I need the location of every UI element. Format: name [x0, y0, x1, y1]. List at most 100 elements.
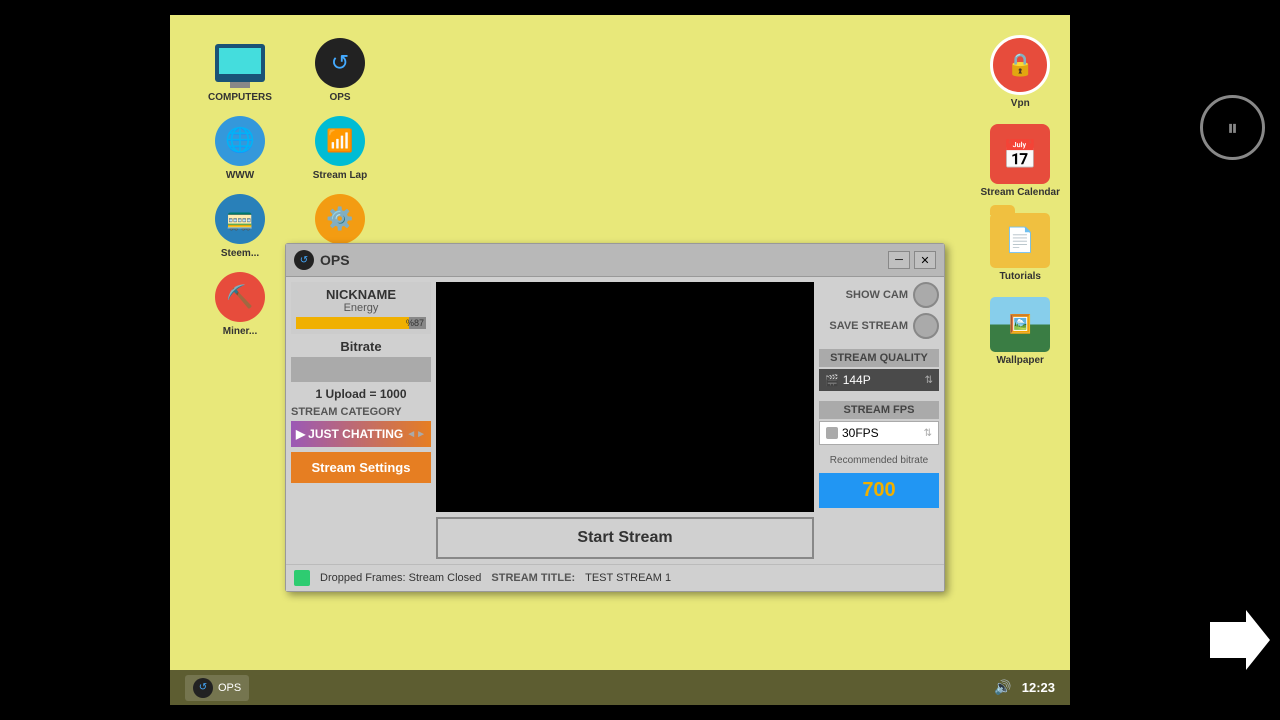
quality-select[interactable]: 🎬 144P ⇅ [819, 369, 939, 391]
stream-title-label: STREAM TITLE: [491, 572, 575, 584]
taskbar-ops-icon: ↺ [193, 678, 213, 698]
dropped-frames-text: Dropped Frames: Stream Closed [320, 572, 481, 584]
bitrate-value-display: 700 [819, 473, 939, 508]
window-body: NICKNAME Energy %87 Bitrate 1 Upload = 1… [286, 277, 944, 564]
www-label: WWW [226, 170, 254, 181]
tutorials-item[interactable]: 📄 Tutorials [990, 213, 1050, 282]
taskbar-ops-item[interactable]: ↺ OPS [185, 675, 249, 701]
bitrate-bar [291, 357, 431, 382]
energy-label: Energy [296, 302, 426, 314]
save-stream-label: SAVE STREAM [829, 320, 908, 332]
fps-checkbox [826, 427, 838, 439]
desktop-icon-stream-lap[interactable]: 📶 Stream Lap [300, 113, 380, 181]
minimize-button[interactable]: ─ [888, 251, 910, 269]
icon-row-2: 🌐 WWW 📶 Stream Lap [200, 113, 380, 181]
stream-fps-label: STREAM FPS [819, 401, 939, 419]
energy-fill [296, 317, 409, 329]
desktop-screen: ❤️ COMPUTERS ↺ OPS [170, 15, 1070, 705]
ops-window: ↺ OPS ─ ✕ NICKNAME Energy %87 [285, 243, 945, 592]
stream-category-label: STREAM CATEGORY [291, 406, 431, 418]
stream-settings-button[interactable]: Stream Settings [291, 452, 431, 483]
fps-select[interactable]: 30FPS ⇅ [819, 421, 939, 445]
stream-lap-label: Stream Lap [313, 170, 367, 181]
stream-quality-label: STREAM QUALITY [819, 349, 939, 367]
wallpaper-item[interactable]: 🖼️ Wallpaper [990, 297, 1050, 366]
recommended-label: Recommended bitrate [819, 455, 939, 466]
desktop-icon-steem[interactable]: 🚃 Steem... [200, 191, 280, 259]
taskbar-time: 12:23 [1022, 680, 1055, 695]
stream-lap-icon: 📶 [313, 113, 368, 168]
fps-value: 30FPS [842, 426, 879, 440]
taskbar-right: 🔊 12:23 [994, 679, 1055, 696]
close-button[interactable]: ✕ [914, 251, 936, 269]
volume-icon[interactable]: 🔊 [994, 679, 1011, 696]
upload-text: 1 Upload = 1000 [291, 387, 431, 401]
computers-label: COMPUTERS [208, 92, 272, 103]
fps-chevron: ⇅ [924, 428, 932, 439]
desktop-icon-ops[interactable]: ↺ OPS [300, 35, 380, 103]
category-button[interactable]: ▶ JUST CHATTING ◄► [291, 421, 431, 447]
taskbar-ops-label: OPS [218, 682, 241, 694]
taskbar-left: ↺ OPS [185, 675, 249, 701]
wallpaper-label: Wallpaper [997, 355, 1044, 366]
film-icon: 🎬 [825, 374, 839, 387]
bitrate-label: Bitrate [291, 339, 431, 354]
tutorials-icon: 📄 [990, 213, 1050, 268]
steem-label: Steem... [221, 248, 259, 259]
category-value: JUST CHATTING [308, 427, 403, 441]
stream-calendar-label: Stream Calendar [981, 187, 1060, 198]
window-title-text: OPS [320, 252, 350, 268]
window-titlebar: ↺ OPS ─ ✕ [286, 244, 944, 277]
miner-icon: ⛏️ [213, 269, 268, 324]
save-stream-row: SAVE STREAM [819, 313, 939, 339]
show-cam-toggle[interactable] [913, 282, 939, 308]
energy-percent: %87 [406, 317, 424, 329]
avest-icon: ⚙️ [313, 191, 368, 246]
quality-chevron: ⇅ [925, 375, 933, 386]
vpn-label: Vpn [1011, 98, 1030, 109]
icon-row-1: COMPUTERS ↺ OPS [200, 35, 380, 103]
vpn-icon: 🔒 [990, 35, 1050, 95]
desktop-icon-miner[interactable]: ⛏️ Miner... [200, 269, 280, 337]
category-chevron: ◄► [406, 429, 426, 440]
save-stream-toggle[interactable] [913, 313, 939, 339]
nickname-section: NICKNAME Energy %87 [291, 282, 431, 334]
desktop-icon-computers[interactable]: COMPUTERS [200, 35, 280, 103]
ops-label: OPS [329, 92, 350, 103]
start-stream-button[interactable]: Start Stream [436, 517, 814, 559]
ops-icon: ↺ [313, 35, 368, 90]
quality-section: STREAM QUALITY 🎬 144P ⇅ [819, 349, 939, 391]
right-icons-area: 🔒 Vpn 📅 Stream Calendar 📄 Tutorials 🖼️ W… [981, 35, 1060, 366]
steem-icon: 🚃 [213, 191, 268, 246]
wallpaper-icon: 🖼️ [990, 297, 1050, 352]
category-icon: ▶ [296, 427, 305, 441]
desktop-icon-www[interactable]: 🌐 WWW [200, 113, 280, 181]
fps-section: STREAM FPS 30FPS ⇅ [819, 401, 939, 445]
exit-button[interactable] [1210, 610, 1270, 670]
computers-icon [213, 35, 268, 90]
pause-icon: ⏸ [1227, 115, 1238, 141]
stream-calendar-icon: 📅 [990, 124, 1050, 184]
tutorials-label: Tutorials [1000, 271, 1041, 282]
nickname-label: NICKNAME [296, 287, 426, 302]
quality-value: 144P [843, 373, 871, 387]
stream-title-value: TEST STREAM 1 [585, 572, 671, 584]
show-cam-label: SHOW CAM [846, 289, 908, 301]
right-panel: SHOW CAM SAVE STREAM STREAM QUALITY 🎬 14… [819, 282, 939, 559]
fps-select-inner: 30FPS [826, 426, 879, 440]
quality-select-inner: 🎬 144P [825, 373, 871, 387]
status-dot [294, 570, 310, 586]
taskbar: ↺ OPS 🔊 12:23 [170, 670, 1070, 705]
miner-label: Miner... [223, 326, 257, 337]
bitrate-section: Bitrate [291, 339, 431, 382]
window-title-area: ↺ OPS [294, 250, 350, 270]
pause-button[interactable]: ⏸ [1200, 95, 1265, 160]
vpn-item[interactable]: 🔒 Vpn [990, 35, 1050, 109]
status-bar: Dropped Frames: Stream Closed STREAM TIT… [286, 564, 944, 591]
center-panel: Start Stream [436, 282, 814, 559]
stream-preview [436, 282, 814, 512]
energy-bar: %87 [296, 317, 426, 329]
window-controls: ─ ✕ [888, 251, 936, 269]
window-title-icon: ↺ [294, 250, 314, 270]
stream-calendar-item[interactable]: 📅 Stream Calendar [981, 124, 1060, 198]
